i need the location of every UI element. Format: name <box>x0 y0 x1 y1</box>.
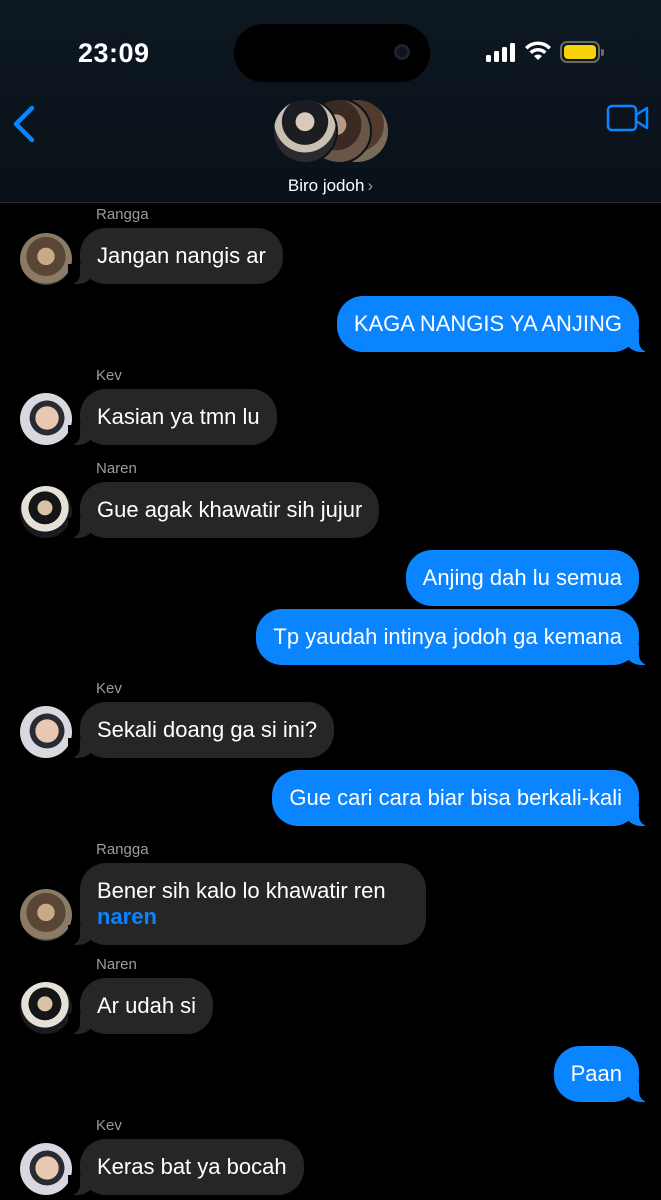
mention-link[interactable]: naren <box>97 904 157 929</box>
avatar[interactable] <box>20 393 72 445</box>
sender-name: Kev <box>96 680 122 697</box>
sender-name: Rangga <box>96 841 149 858</box>
avatar[interactable] <box>20 486 72 538</box>
message-bubble[interactable]: Keras bat ya bocah <box>68 1139 304 1195</box>
group-name: Biro jodoh <box>287 176 365 195</box>
message-bubble[interactable]: Tp yaudah intinya jodoh ga kemana <box>256 609 651 665</box>
message-bubble[interactable]: Paan <box>553 1046 652 1102</box>
message-bubble[interactable]: Bener sih kalo lo khawatir ren naren <box>68 863 426 945</box>
message-bubble[interactable]: Kasian ya tmn lu <box>68 389 277 445</box>
message-bubble[interactable]: Sekali doang ga si ini? <box>67 702 335 758</box>
chevron-right-icon: › <box>367 176 374 195</box>
message-text: Bener sih kalo lo khawatir ren <box>97 878 386 903</box>
status-time: 23:09 <box>78 38 150 68</box>
avatar[interactable] <box>20 982 72 1034</box>
back-button[interactable] <box>10 102 42 146</box>
message-bubble[interactable]: Gue cari cara biar bisa berkali-kali <box>272 770 651 826</box>
message-bubble[interactable]: Ar udah si <box>67 978 214 1034</box>
group-name-button[interactable]: Biro jodoh › <box>0 176 661 196</box>
video-call-button[interactable] <box>606 104 650 132</box>
cellular-signal-icon <box>486 42 516 62</box>
avatar[interactable] <box>20 889 72 941</box>
message-bubble[interactable]: Gue agak khawatir sih jujur <box>67 482 380 538</box>
sender-name: Naren <box>96 956 137 973</box>
sender-name: Naren <box>96 460 137 477</box>
avatar[interactable] <box>20 233 72 285</box>
group-avatar-stack[interactable] <box>272 98 390 166</box>
sender-name: Kev <box>96 1117 122 1134</box>
chat-header: 23:09 Biro jodoh › <box>0 0 661 203</box>
front-camera <box>394 44 410 60</box>
sender-name: Rangga <box>96 206 149 223</box>
avatar <box>272 98 338 164</box>
avatar[interactable] <box>20 1143 72 1195</box>
battery-icon <box>560 41 604 63</box>
avatar[interactable] <box>20 706 72 758</box>
message-bubble[interactable]: KAGA NANGIS YA ANJING <box>336 296 652 352</box>
wifi-icon <box>525 41 551 60</box>
message-bubble[interactable]: Anjing dah lu semua <box>405 550 639 606</box>
sender-name: Kev <box>96 367 122 384</box>
message-bubble[interactable]: Jangan nangis ar <box>68 228 283 284</box>
